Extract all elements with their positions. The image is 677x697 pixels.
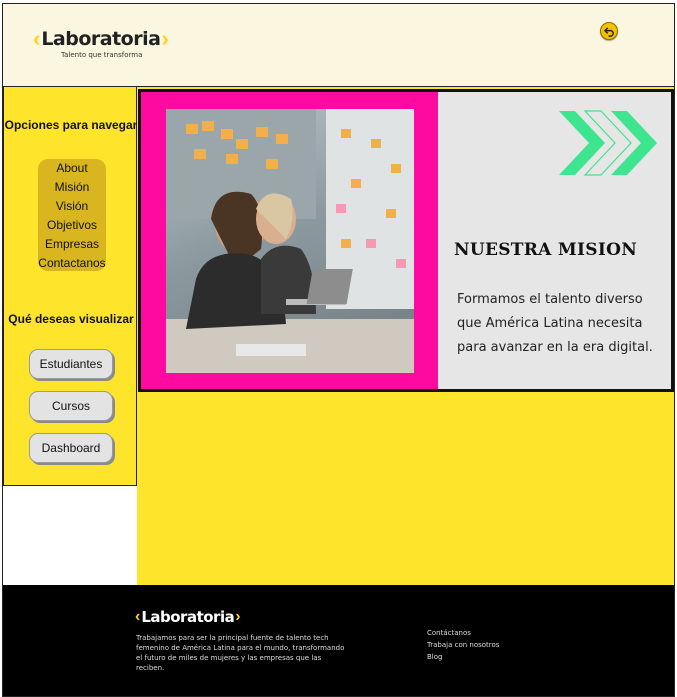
mission-text: Formamos el talento diverso que América … xyxy=(457,292,653,355)
chevron-arrows-icon xyxy=(559,107,657,184)
nav-item-mision[interactable]: Misión xyxy=(38,178,106,197)
footer-logo-bracket-right: › xyxy=(235,608,241,625)
footer-link-contactanos[interactable]: Contáctanos xyxy=(427,627,499,639)
footer-link-trabaja[interactable]: Trabaja con nosotros xyxy=(427,639,499,651)
mission-title: NUESTRA MISION xyxy=(454,240,638,260)
nav-item-objetivos[interactable]: Objetivos xyxy=(38,216,106,235)
nav-item-empresas[interactable]: Empresas xyxy=(38,235,106,254)
sidebar: Opciones para navegar About Misión Visió… xyxy=(3,87,137,486)
footer: ‹ Laboratoria › Trabajamos para ser la p… xyxy=(3,585,674,696)
logo-text: Laboratoria xyxy=(41,28,161,50)
photo-women-coding-icon xyxy=(166,109,414,373)
logo-bracket-right: › xyxy=(161,26,169,51)
mission-banner: NUESTRA MISION Formamos el talento diver… xyxy=(138,89,674,392)
logo-bracket-left: ‹ xyxy=(33,26,41,51)
main-content: NUESTRA MISION Formamos el talento diver… xyxy=(137,87,674,585)
nav-options-title: Opciones para navegar xyxy=(4,118,138,132)
footer-logo-text: Laboratoria xyxy=(141,608,235,626)
nav-item-vision[interactable]: Visión xyxy=(38,197,106,216)
footer-links: Contáctanos Trabaja con nosotros Blog xyxy=(427,627,499,663)
view-options-title: Qué deseas visualizar xyxy=(8,312,134,326)
footer-logo[interactable]: ‹ Laboratoria › xyxy=(135,608,241,626)
dashboard-button[interactable]: Dashboard xyxy=(29,433,113,463)
footer-description: Trabajamos para ser la principal fuente … xyxy=(136,634,345,672)
estudiantes-button[interactable]: Estudiantes xyxy=(29,349,113,379)
pink-frame xyxy=(141,92,438,389)
logo-tagline: Talento que transforma xyxy=(61,51,143,59)
header: ‹ Laboratoria › Talento que transforma xyxy=(3,4,674,87)
nav-item-about[interactable]: About xyxy=(38,159,106,178)
laboratoria-logo[interactable]: ‹ Laboratoria › Talento que transforma xyxy=(33,26,169,59)
undo-arrow-icon[interactable] xyxy=(600,22,618,40)
page: ‹ Laboratoria › Talento que transforma O… xyxy=(2,3,675,697)
nav-menu: About Misión Visión Objetivos Empresas C… xyxy=(38,159,106,271)
footer-link-blog[interactable]: Blog xyxy=(427,651,499,663)
nav-item-contactanos[interactable]: Contactanos xyxy=(38,254,106,273)
cursos-button[interactable]: Cursos xyxy=(29,391,113,421)
